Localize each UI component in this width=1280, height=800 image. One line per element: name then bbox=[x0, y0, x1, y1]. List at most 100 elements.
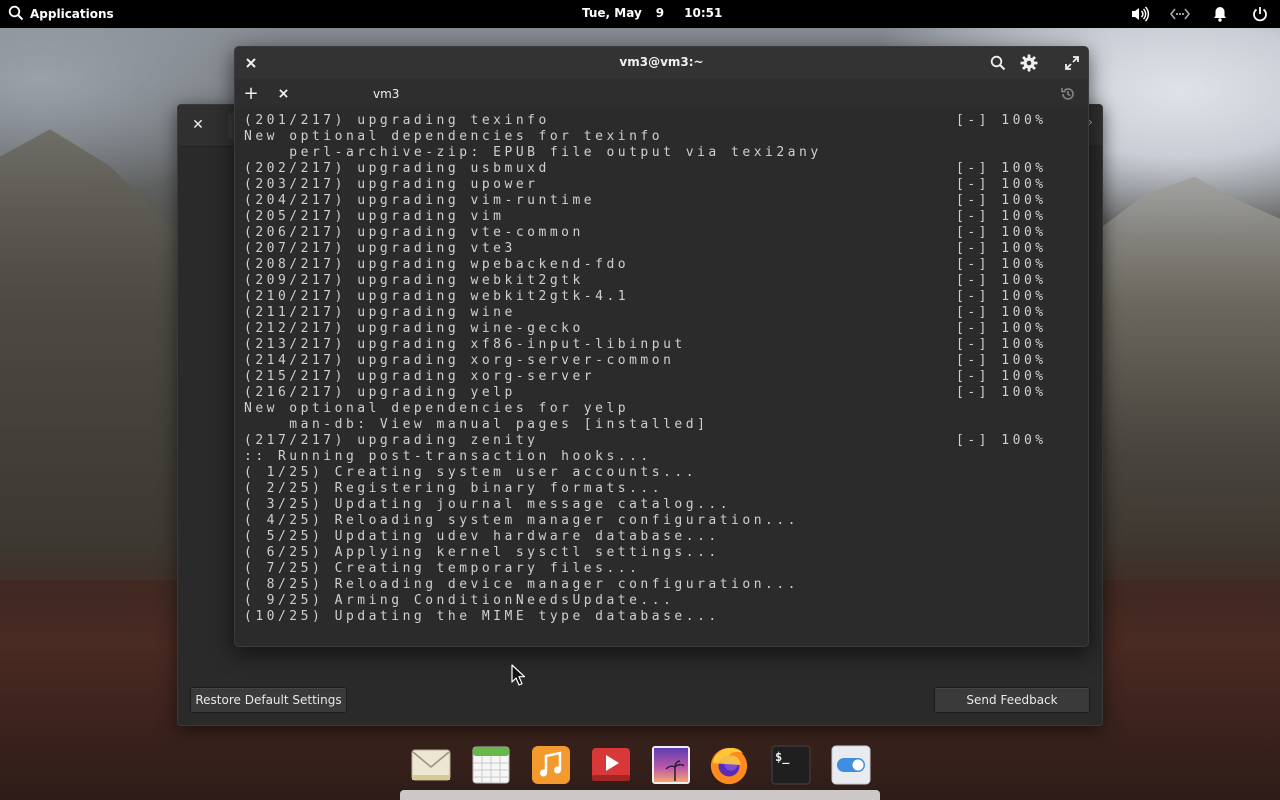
terminal-line-status: [-] 100% bbox=[956, 273, 1047, 288]
tab-label: vm3 bbox=[373, 87, 400, 101]
terminal-line-status: [-] 100% bbox=[956, 177, 1047, 192]
terminal-line-text: man-db: View manual pages [installed] bbox=[244, 417, 709, 432]
terminal-line-text: (212/217) upgrading wine-gecko bbox=[244, 321, 584, 336]
terminal-line-text: (10/25) Updating the MIME type database.… bbox=[244, 609, 720, 624]
terminal-line: ( 2/25) Registering binary formats... bbox=[244, 481, 1088, 497]
terminal-line: (216/217) upgrading yelp [-] 100% bbox=[244, 385, 1088, 401]
maximize-icon[interactable] bbox=[1062, 53, 1082, 73]
terminal-line: ( 3/25) Updating journal message catalog… bbox=[244, 497, 1088, 513]
terminal-title: vm3@vm3:~ bbox=[619, 55, 704, 69]
terminal-line: (209/217) upgrading webkit2gtk [-] 100% bbox=[244, 273, 1088, 289]
bell-icon[interactable] bbox=[1200, 0, 1240, 28]
mouse-pointer-icon bbox=[511, 664, 526, 686]
terminal-line: (214/217) upgrading xorg-server-common [-… bbox=[244, 353, 1088, 369]
terminal-line: (211/217) upgrading wine [-] 100% bbox=[244, 305, 1088, 321]
gear-icon[interactable] bbox=[1019, 53, 1039, 73]
terminal-line-status: [-] 100% bbox=[956, 321, 1047, 336]
dock-shelf bbox=[400, 790, 880, 800]
terminal-line-status: [-] 100% bbox=[956, 225, 1047, 240]
terminal-line-text: ( 2/25) Registering binary formats... bbox=[244, 481, 664, 496]
terminal-line-text: ( 9/25) Arming ConditionNeedsUpdate... bbox=[244, 593, 675, 608]
music-icon[interactable] bbox=[530, 744, 572, 786]
close-icon[interactable]: ✕ bbox=[190, 117, 206, 133]
terminal-line: ( 5/25) Updating udev hardware database.… bbox=[244, 529, 1088, 545]
terminal-line-text: (207/217) upgrading vte3 bbox=[244, 241, 516, 256]
terminal-window: vm3@vm3:~ + vm3 (201/217) upgrading texi… bbox=[234, 46, 1089, 647]
terminal-line: ( 4/25) Reloading system manager configu… bbox=[244, 513, 1088, 529]
terminal-line-text: New optional dependencies for yelp bbox=[244, 401, 630, 416]
terminal-line-status: [-] 100% bbox=[956, 257, 1047, 272]
terminal-output[interactable]: (201/217) upgrading texinfo [-] 100% New o… bbox=[235, 113, 1088, 646]
clock[interactable]: Tue, May 9 10:51 bbox=[582, 6, 722, 20]
terminal-line-text: (216/217) upgrading yelp bbox=[244, 385, 516, 400]
terminal-line-text: (209/217) upgrading webkit2gtk bbox=[244, 273, 584, 288]
terminal-line-text: New optional dependencies for texinfo bbox=[244, 129, 664, 144]
terminal-line-text: perl-archive-zip: EPUB file output via t… bbox=[244, 145, 822, 160]
terminal-line: (204/217) upgrading vim-runtime [-] 100% bbox=[244, 193, 1088, 209]
terminal-line: (210/217) upgrading webkit2gtk-4.1 [-] 10… bbox=[244, 289, 1088, 305]
restore-default-settings-button[interactable]: Restore Default Settings bbox=[190, 687, 347, 713]
clock-time: 10:51 bbox=[684, 6, 723, 20]
terminal-line: ( 7/25) Creating temporary files... bbox=[244, 561, 1088, 577]
terminal-prompt-glyph: $_ bbox=[775, 750, 790, 764]
terminal-line: (205/217) upgrading vim [-] 100% bbox=[244, 209, 1088, 225]
terminal-line: (215/217) upgrading xorg-server [-] 100% bbox=[244, 369, 1088, 385]
clock-date: Tue, May bbox=[582, 6, 642, 20]
terminal-line: New optional dependencies for texinfo bbox=[244, 129, 1088, 145]
dock: $_ bbox=[400, 738, 880, 800]
terminal-line: (201/217) upgrading texinfo [-] 100% bbox=[244, 113, 1088, 129]
terminal-line-text: ( 7/25) Creating temporary files... bbox=[244, 561, 641, 576]
applications-menu-button[interactable]: Applications bbox=[8, 4, 114, 24]
terminal-line-text: (204/217) upgrading vim-runtime bbox=[244, 193, 596, 208]
terminal-line: ( 9/25) Arming ConditionNeedsUpdate... bbox=[244, 593, 1088, 609]
terminal-line-status: [-] 100% bbox=[956, 369, 1047, 384]
terminal-line: ( 8/25) Reloading device manager configu… bbox=[244, 577, 1088, 593]
terminal-line-status: [-] 100% bbox=[956, 337, 1047, 352]
tab-vm3[interactable]: vm3 bbox=[271, 81, 491, 109]
mail-icon[interactable] bbox=[410, 744, 452, 786]
terminal-line-text: :: Running post-transaction hooks... bbox=[244, 449, 652, 464]
videos-icon[interactable] bbox=[590, 744, 632, 786]
speaker-icon[interactable] bbox=[1120, 0, 1160, 28]
system-tray bbox=[1120, 0, 1280, 28]
terminal-line-status: [-] 100% bbox=[956, 193, 1047, 208]
terminal-line-text: (211/217) upgrading wine bbox=[244, 305, 516, 320]
close-icon[interactable] bbox=[275, 86, 291, 102]
search-icon[interactable] bbox=[988, 53, 1008, 73]
chevron-right-icon[interactable]: › bbox=[1088, 115, 1096, 135]
terminal-line: (208/217) upgrading wpebackend-fdo [-] 10… bbox=[244, 257, 1088, 273]
terminal-line: (10/25) Updating the MIME type database.… bbox=[244, 609, 1088, 625]
terminal-line: (217/217) upgrading zenity [-] 100% bbox=[244, 433, 1088, 449]
terminal-line-text: ( 4/25) Reloading system manager configu… bbox=[244, 513, 800, 528]
terminal-titlebar[interactable]: vm3@vm3:~ bbox=[235, 47, 1088, 79]
new-tab-button[interactable]: + bbox=[241, 84, 261, 104]
terminal-line-text: (202/217) upgrading usbmuxd bbox=[244, 161, 550, 176]
terminal-line-status: [-] 100% bbox=[956, 161, 1047, 176]
top-panel: Applications Tue, May 9 10:51 bbox=[0, 0, 1280, 28]
send-feedback-button[interactable]: Send Feedback bbox=[934, 687, 1090, 713]
applications-label: Applications bbox=[30, 7, 114, 21]
terminal-icon[interactable]: $_ bbox=[770, 744, 812, 786]
firefox-icon[interactable] bbox=[708, 744, 750, 786]
terminal-line-status: [-] 100% bbox=[956, 385, 1047, 400]
network-icon[interactable] bbox=[1160, 0, 1200, 28]
power-icon[interactable] bbox=[1240, 0, 1280, 28]
terminal-line-status: [-] 100% bbox=[956, 353, 1047, 368]
terminal-line-text: (206/217) upgrading vte-common bbox=[244, 225, 584, 240]
terminal-line-text: (215/217) upgrading xorg-server bbox=[244, 369, 596, 384]
terminal-line-status: [-] 100% bbox=[956, 241, 1047, 256]
terminal-line-status: [-] 100% bbox=[956, 209, 1047, 224]
photos-icon[interactable] bbox=[650, 744, 692, 786]
clock-day-number: 9 bbox=[655, 6, 665, 20]
history-icon[interactable] bbox=[1058, 84, 1078, 104]
terminal-line: New optional dependencies for yelp bbox=[244, 401, 1088, 417]
system-settings-icon[interactable] bbox=[830, 744, 872, 786]
terminal-line: ( 1/25) Creating system user accounts... bbox=[244, 465, 1088, 481]
terminal-line: (213/217) upgrading xf86-input-libinput [… bbox=[244, 337, 1088, 353]
wallpaper-right-mountain bbox=[1090, 176, 1280, 580]
terminal-line: man-db: View manual pages [installed] bbox=[244, 417, 1088, 433]
calendar-icon[interactable] bbox=[470, 744, 512, 786]
terminal-line-text: (203/217) upgrading upower bbox=[244, 177, 539, 192]
wallpaper-left-mountain bbox=[0, 129, 200, 580]
terminal-line-text: (205/217) upgrading vim bbox=[244, 209, 505, 224]
